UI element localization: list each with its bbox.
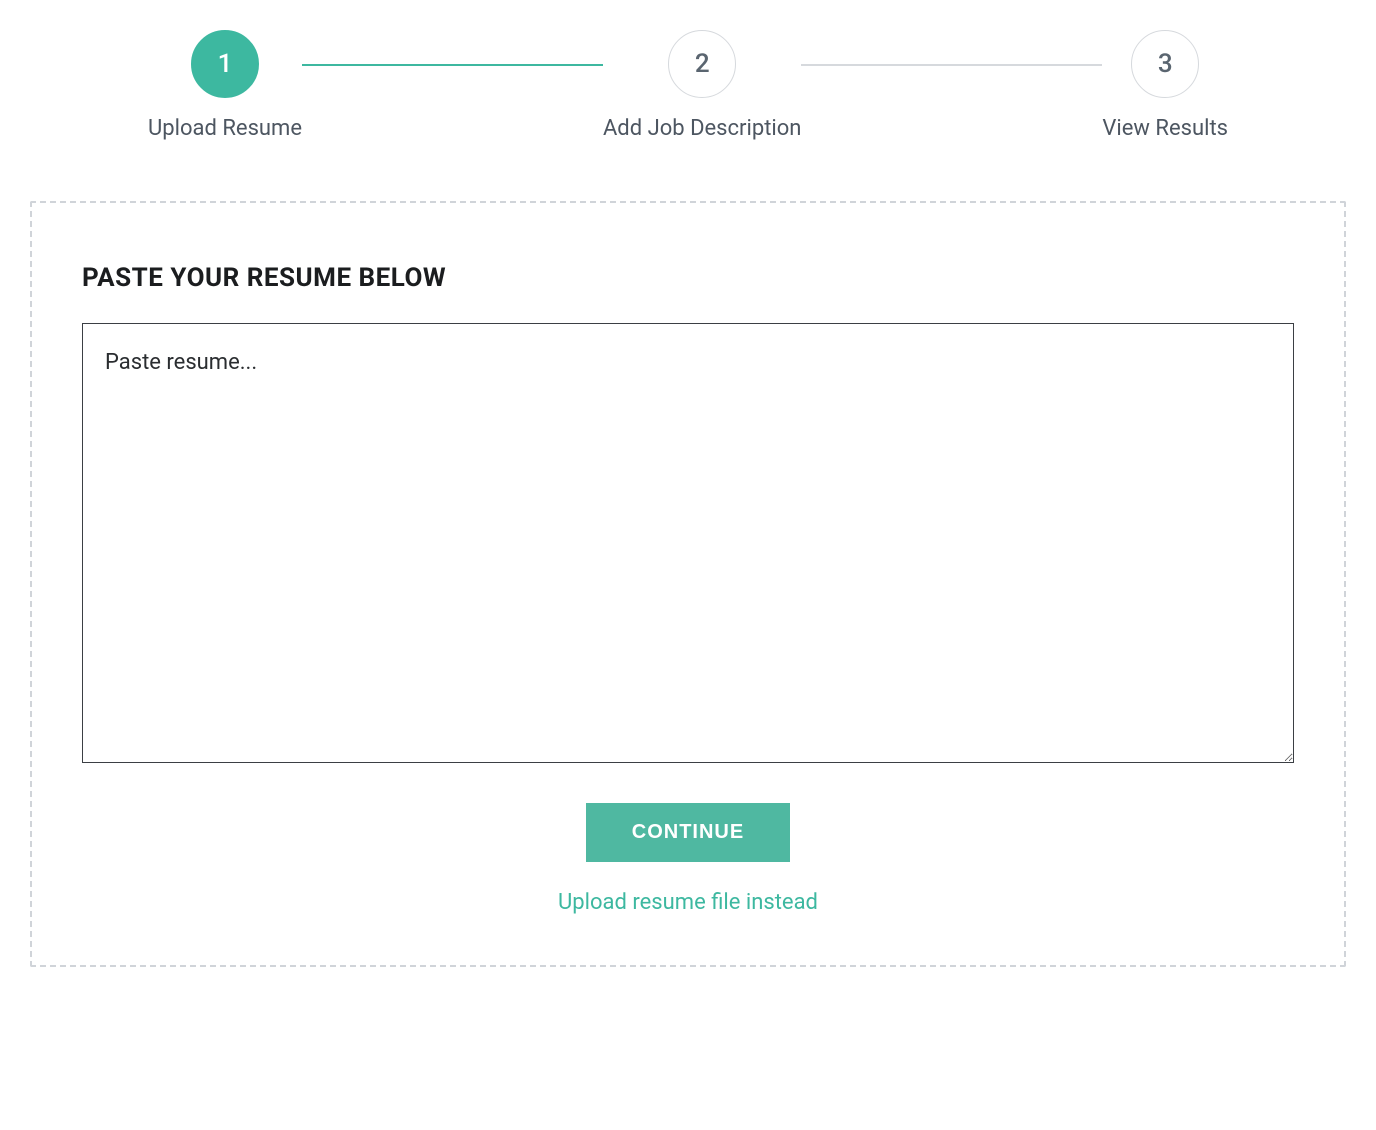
step-circle-1: 1 [191, 30, 259, 98]
continue-button[interactable]: CONTINUE [586, 803, 790, 862]
step-circle-2: 2 [668, 30, 736, 98]
resume-paste-panel: PASTE YOUR RESUME BELOW CONTINUE Upload … [30, 201, 1346, 967]
step-circle-3: 3 [1131, 30, 1199, 98]
step-add-job-description[interactable]: 2 Add Job Description [603, 30, 802, 141]
panel-actions: CONTINUE Upload resume file instead [82, 803, 1294, 915]
panel-heading: PASTE YOUR RESUME BELOW [82, 263, 1294, 293]
step-label-2: Add Job Description [603, 116, 802, 141]
upload-file-instead-link[interactable]: Upload resume file instead [558, 890, 818, 915]
step-view-results[interactable]: 3 View Results [1102, 30, 1228, 141]
step-connector-2-3 [801, 64, 1102, 66]
step-label-3: View Results [1102, 116, 1228, 141]
stepper: 1 Upload Resume 2 Add Job Description 3 … [148, 20, 1228, 141]
resume-textarea[interactable] [82, 323, 1294, 763]
step-label-1: Upload Resume [148, 116, 302, 141]
step-upload-resume[interactable]: 1 Upload Resume [148, 30, 302, 141]
step-connector-1-2 [302, 64, 603, 66]
